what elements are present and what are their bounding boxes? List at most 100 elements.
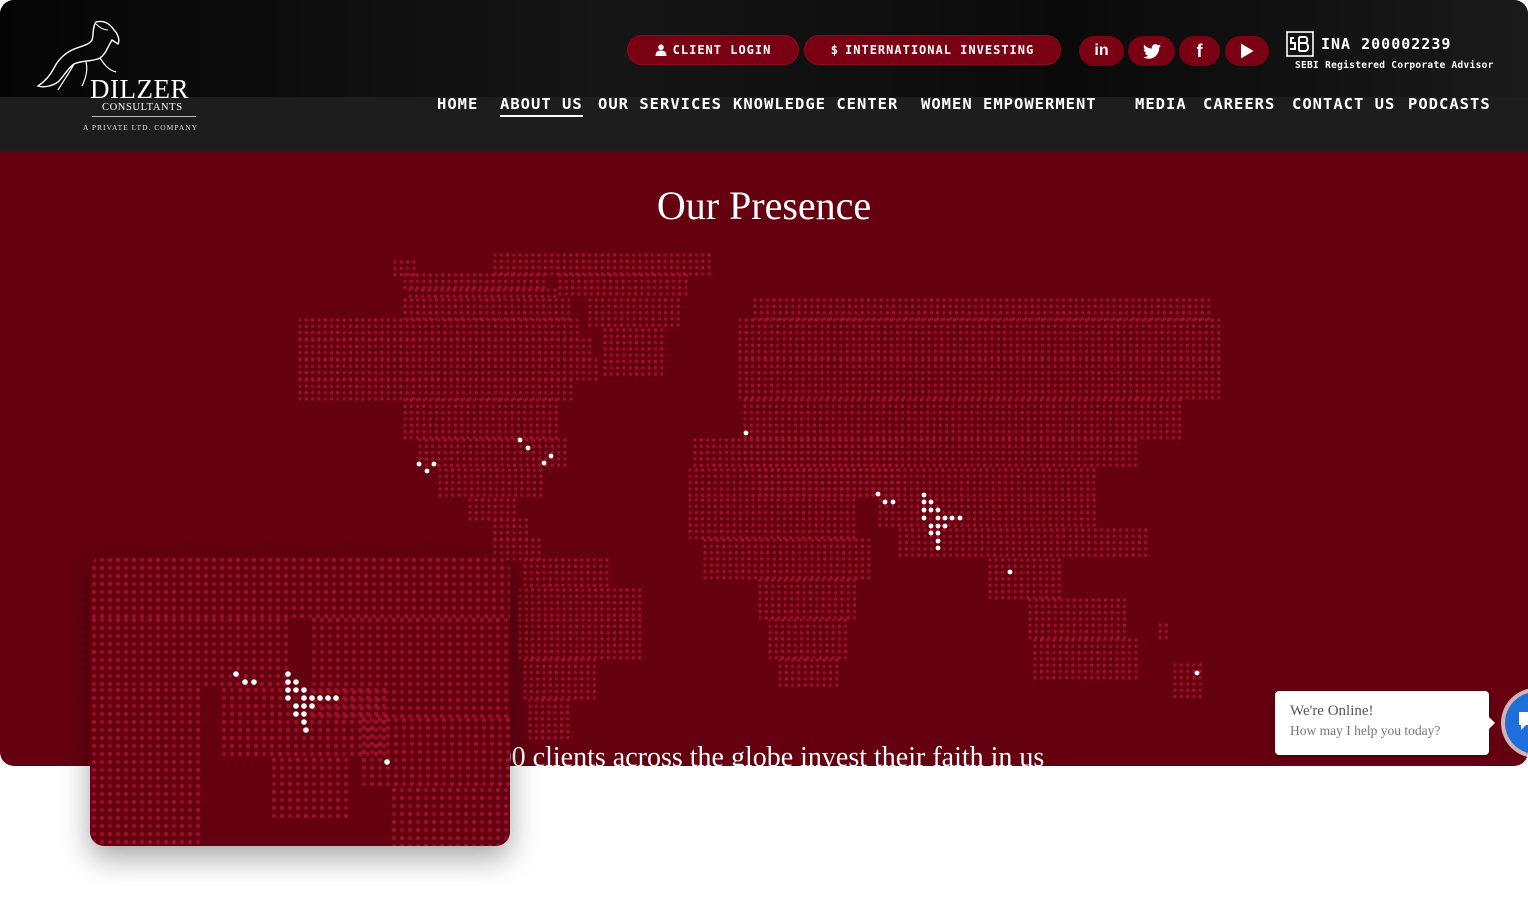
map-dot: [982, 404, 987, 408]
map-dot: [553, 723, 557, 727]
map-dot: [957, 417, 961, 421]
map-dot: [523, 577, 527, 581]
map-dot: [424, 338, 428, 342]
map-dot: [900, 463, 905, 467]
map-dot: [518, 600, 522, 605]
map-dot: [660, 366, 664, 370]
map-dot: [554, 658, 559, 662]
map-dot: [1045, 423, 1050, 427]
map-dot: [1133, 450, 1138, 455]
map-dot: [1009, 383, 1013, 387]
map-dot: [839, 349, 843, 354]
map-dot: [580, 677, 584, 681]
map-dot: [525, 350, 529, 355]
map-dot: [506, 463, 510, 467]
map-dot: [1108, 444, 1113, 448]
facebook-button[interactable]: f: [1179, 36, 1220, 66]
map-dot: [902, 377, 906, 381]
map-dot: [989, 457, 993, 461]
map-dot: [481, 344, 485, 348]
map-dot: [1106, 310, 1110, 315]
map-dot: [813, 358, 818, 362]
map-dot: [864, 330, 868, 335]
map-dot: [1191, 318, 1196, 322]
map-dot: [919, 444, 924, 448]
map-dot: [600, 265, 604, 270]
nav-home[interactable]: HOME: [437, 95, 478, 113]
map-dot: [1179, 318, 1183, 322]
map-dot: [1096, 457, 1100, 461]
map-dot: [1112, 310, 1116, 315]
nav-media[interactable]: MEDIA: [1135, 95, 1187, 113]
map-dot: [903, 498, 907, 502]
linkedin-button[interactable]: in: [1079, 36, 1124, 66]
international-investing-button[interactable]: $ INTERNATIONAL INVESTING: [804, 35, 1061, 65]
map-dot: [669, 259, 674, 263]
map-dot: [1014, 423, 1018, 427]
map-dot: [898, 298, 902, 302]
map-dot: [772, 310, 776, 315]
map-dot: [934, 474, 939, 478]
map-dot: [750, 364, 755, 368]
map-dot: [317, 378, 321, 382]
map-dot: [1049, 534, 1053, 538]
nav-our-services[interactable]: OUR SERVICES: [598, 95, 722, 113]
map-dot: [553, 729, 557, 734]
map-dot: [961, 310, 965, 315]
map-dot: [839, 377, 843, 381]
map-dot: [787, 410, 791, 415]
map-dot: [562, 259, 566, 263]
map-dot: [298, 350, 302, 355]
map-dot: [782, 389, 786, 394]
nav-careers[interactable]: CAREERS: [1203, 95, 1275, 113]
map-dot: [1004, 474, 1008, 478]
map-dot: [447, 398, 451, 402]
youtube-button[interactable]: [1225, 36, 1269, 66]
map-dot: [1001, 457, 1005, 461]
map-dot: [1001, 429, 1005, 434]
map-dot: [612, 630, 617, 635]
map-dot: [869, 398, 873, 402]
map-dot: [1210, 377, 1215, 381]
map-dot: [951, 398, 955, 402]
map-dot: [1179, 337, 1183, 341]
map-dot: [951, 444, 955, 448]
nav-contact-us[interactable]: CONTACT US: [1292, 95, 1395, 113]
map-dot: [938, 423, 942, 427]
map-dot: [475, 444, 479, 448]
nav-knowledge-center[interactable]: KNOWLEDGE CENTER: [733, 95, 898, 113]
map-dot: [1010, 504, 1014, 508]
map-dot: [996, 377, 1000, 381]
map-dot: [538, 450, 542, 455]
map-dot: [1062, 534, 1066, 538]
client-login-button[interactable]: CLIENT LOGIN: [627, 35, 799, 65]
map-dot: [615, 279, 619, 283]
map-dot: [1210, 358, 1215, 362]
map-dot: [1141, 370, 1145, 375]
nav-podcasts[interactable]: PODCASTS: [1408, 95, 1491, 113]
nav-women-empowerment[interactable]: WOMEN EMPOWERMENT: [921, 95, 1097, 113]
map-dot: [600, 594, 604, 598]
map-dot: [825, 423, 829, 427]
map-dot: [463, 480, 467, 485]
brand-logo[interactable]: DILZER CONSULTANTS A PRIVATE LTD. COMPAN…: [30, 14, 220, 136]
map-dot: [1042, 510, 1046, 515]
map-dot: [499, 550, 503, 555]
map-dot: [1166, 370, 1171, 375]
map-dot: [507, 474, 511, 478]
map-dot: [1110, 349, 1114, 354]
map-dot: [1103, 337, 1108, 341]
map-dot: [386, 358, 390, 362]
map-dot: [1079, 480, 1084, 485]
map-dot: [530, 637, 535, 641]
map-dot: [529, 279, 533, 283]
map-dot: [612, 637, 617, 641]
map-dot: [392, 397, 397, 401]
map-dot: [1074, 298, 1079, 302]
map-dot: [755, 417, 760, 421]
nav-about-us[interactable]: ABOUT US: [500, 95, 583, 117]
map-dot: [900, 423, 905, 427]
map-dot: [638, 630, 642, 635]
map-dot: [561, 577, 565, 581]
twitter-button[interactable]: [1128, 36, 1175, 66]
